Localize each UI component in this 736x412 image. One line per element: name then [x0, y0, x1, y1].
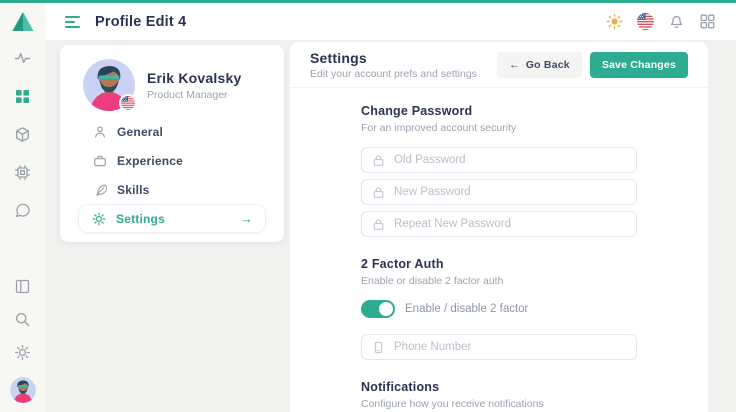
two-factor-toggle[interactable] — [361, 300, 395, 318]
menu-icon[interactable] — [65, 16, 80, 28]
cpu-icon[interactable] — [14, 164, 31, 181]
icon-rail — [0, 3, 45, 412]
toggle-label: Enable / disable 2 factor — [405, 303, 528, 315]
avatar-image — [10, 377, 36, 403]
settings-subtitle: Edit your account prefs and settings — [310, 68, 477, 80]
repeat-password-input[interactable] — [394, 218, 626, 230]
logo-triangle-icon — [11, 11, 35, 32]
profile-identity: Erik Kovalsky Product Manager — [147, 70, 241, 101]
two-factor-section: 2 Factor Auth Enable or disable 2 factor… — [361, 257, 637, 360]
lock-icon — [372, 186, 385, 199]
activity-icon[interactable] — [14, 50, 31, 67]
feather-icon — [93, 183, 107, 197]
theme-sun-icon[interactable] — [606, 13, 623, 30]
two-factor-toggle-row: Enable / disable 2 factor — [361, 300, 637, 318]
nav-label: Experience — [117, 154, 183, 168]
toggle-knob — [379, 302, 393, 316]
settings-panel: Settings Edit your account prefs and set… — [290, 42, 708, 412]
section-subtitle: Enable or disable 2 factor auth — [361, 275, 637, 287]
briefcase-icon — [93, 154, 107, 168]
notifications-section: Notifications Configure how you receive … — [361, 380, 637, 410]
country-flag-badge — [119, 94, 137, 112]
rail-user-avatar[interactable] — [10, 377, 36, 403]
profile-avatar — [83, 59, 135, 111]
dashboard-icon[interactable] — [14, 88, 31, 105]
change-password-section: Change Password For an improved account … — [361, 104, 637, 237]
profile-card: Erik Kovalsky Product Manager General Ex… — [60, 45, 284, 242]
phone-icon — [372, 341, 385, 354]
notifications-bell-icon[interactable] — [668, 13, 685, 30]
save-changes-label: Save Changes — [602, 59, 676, 71]
app-logo[interactable] — [0, 3, 45, 40]
person-icon — [93, 125, 107, 139]
save-changes-button[interactable]: Save Changes — [590, 52, 688, 78]
section-subtitle: For an improved account security — [361, 122, 637, 134]
nav-label: Settings — [116, 212, 165, 226]
settings-heading: Settings Edit your account prefs and set… — [310, 50, 477, 80]
section-title: Notifications — [361, 380, 637, 394]
page-title: Profile Edit 4 — [95, 14, 186, 30]
nav-item-general[interactable]: General — [60, 117, 284, 146]
settings-actions: ← Go Back Save Changes — [497, 52, 688, 78]
nav-item-settings[interactable]: Settings → — [78, 204, 266, 233]
new-password-input[interactable] — [394, 186, 626, 198]
settings-title: Settings — [310, 50, 477, 66]
repeat-password-field[interactable] — [361, 211, 637, 237]
profile-nav: General Experience Skills Settings → — [60, 117, 284, 233]
panel-layout-icon[interactable] — [14, 278, 31, 295]
phone-number-field[interactable] — [361, 334, 637, 360]
phone-field-wrap — [361, 334, 637, 360]
language-flag-icon[interactable] — [637, 13, 654, 30]
new-password-field[interactable] — [361, 179, 637, 205]
go-back-label: Go Back — [526, 59, 570, 71]
phone-number-input[interactable] — [394, 341, 626, 353]
search-icon[interactable] — [14, 311, 31, 328]
old-password-field[interactable] — [361, 147, 637, 173]
nav-label: Skills — [117, 183, 150, 197]
go-back-button[interactable]: ← Go Back — [497, 52, 582, 78]
accent-top-strip — [0, 0, 736, 3]
rail-bottom-group — [10, 278, 36, 412]
nav-label: General — [117, 125, 163, 139]
gear-icon[interactable] — [14, 344, 31, 361]
apps-grid-icon[interactable] — [699, 13, 716, 30]
profile-role: Product Manager — [147, 89, 241, 101]
rail-top-group — [14, 50, 31, 219]
topbar-actions — [606, 13, 716, 30]
arrow-right-icon: → — [240, 211, 253, 226]
section-subtitle: Configure how you receive notifications — [361, 398, 637, 410]
lock-icon — [372, 154, 385, 167]
gear-icon — [92, 212, 106, 226]
nav-item-skills[interactable]: Skills — [60, 175, 284, 204]
profile-card-header: Erik Kovalsky Product Manager — [60, 45, 284, 111]
arrow-left-icon: ← — [509, 59, 520, 71]
chat-icon[interactable] — [14, 202, 31, 219]
section-title: Change Password — [361, 104, 637, 118]
old-password-input[interactable] — [394, 154, 626, 166]
top-bar: Profile Edit 4 — [45, 3, 736, 40]
password-fields — [361, 147, 637, 237]
lock-icon — [372, 218, 385, 231]
us-flag-icon — [121, 96, 135, 110]
nav-item-experience[interactable]: Experience — [60, 146, 284, 175]
profile-name: Erik Kovalsky — [147, 70, 241, 86]
package-icon[interactable] — [14, 126, 31, 143]
section-title: 2 Factor Auth — [361, 257, 637, 271]
settings-panel-header: Settings Edit your account prefs and set… — [290, 42, 708, 88]
settings-body: Change Password For an improved account … — [361, 104, 637, 410]
